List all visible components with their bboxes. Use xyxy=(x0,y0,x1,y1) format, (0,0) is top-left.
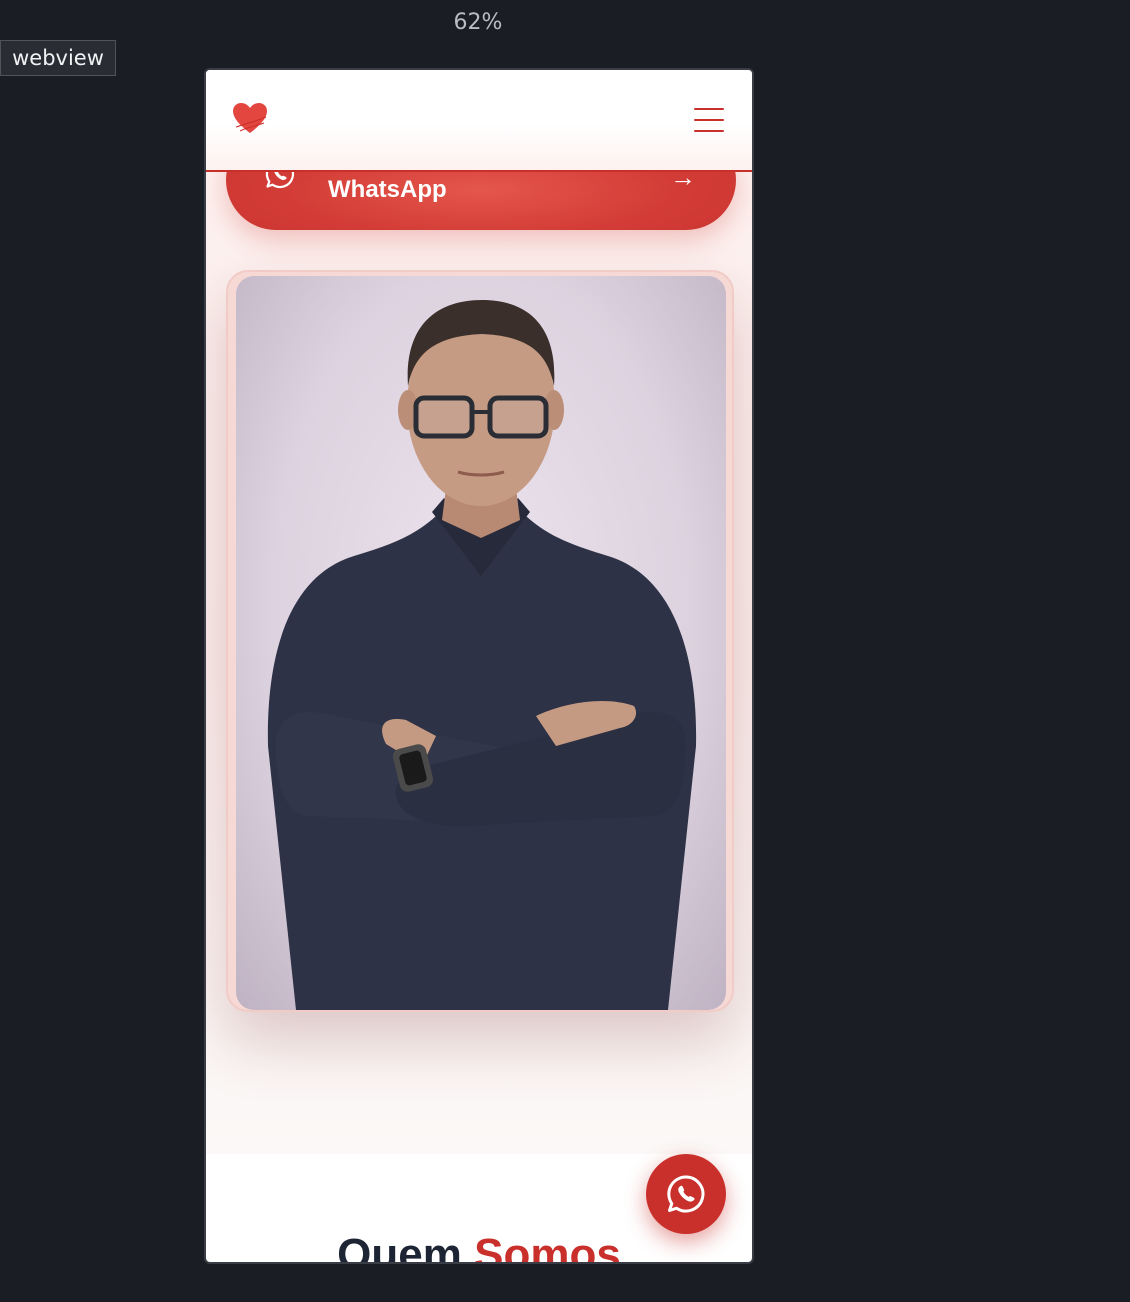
profile-photo-card xyxy=(226,270,734,1012)
whatsapp-floating-button[interactable] xyxy=(646,1154,726,1234)
about-title-part2: Somos xyxy=(474,1230,621,1264)
brand-logo[interactable] xyxy=(230,100,270,136)
whatsapp-icon xyxy=(667,1175,705,1213)
portrait-illustration xyxy=(267,300,697,1010)
mobile-preview-frame: WhatsApp → Quem Somos xyxy=(204,68,754,1264)
about-title-part1: Quem xyxy=(337,1230,462,1264)
whatsapp-cta-label: WhatsApp xyxy=(328,176,447,203)
about-section-title: Quem Somos xyxy=(206,1230,752,1264)
hamburger-menu-button[interactable] xyxy=(694,108,726,134)
webview-tag: webview xyxy=(0,40,116,76)
profile-photo xyxy=(236,276,726,1010)
site-header xyxy=(206,70,752,172)
zoom-level-label: 62% xyxy=(453,10,503,35)
